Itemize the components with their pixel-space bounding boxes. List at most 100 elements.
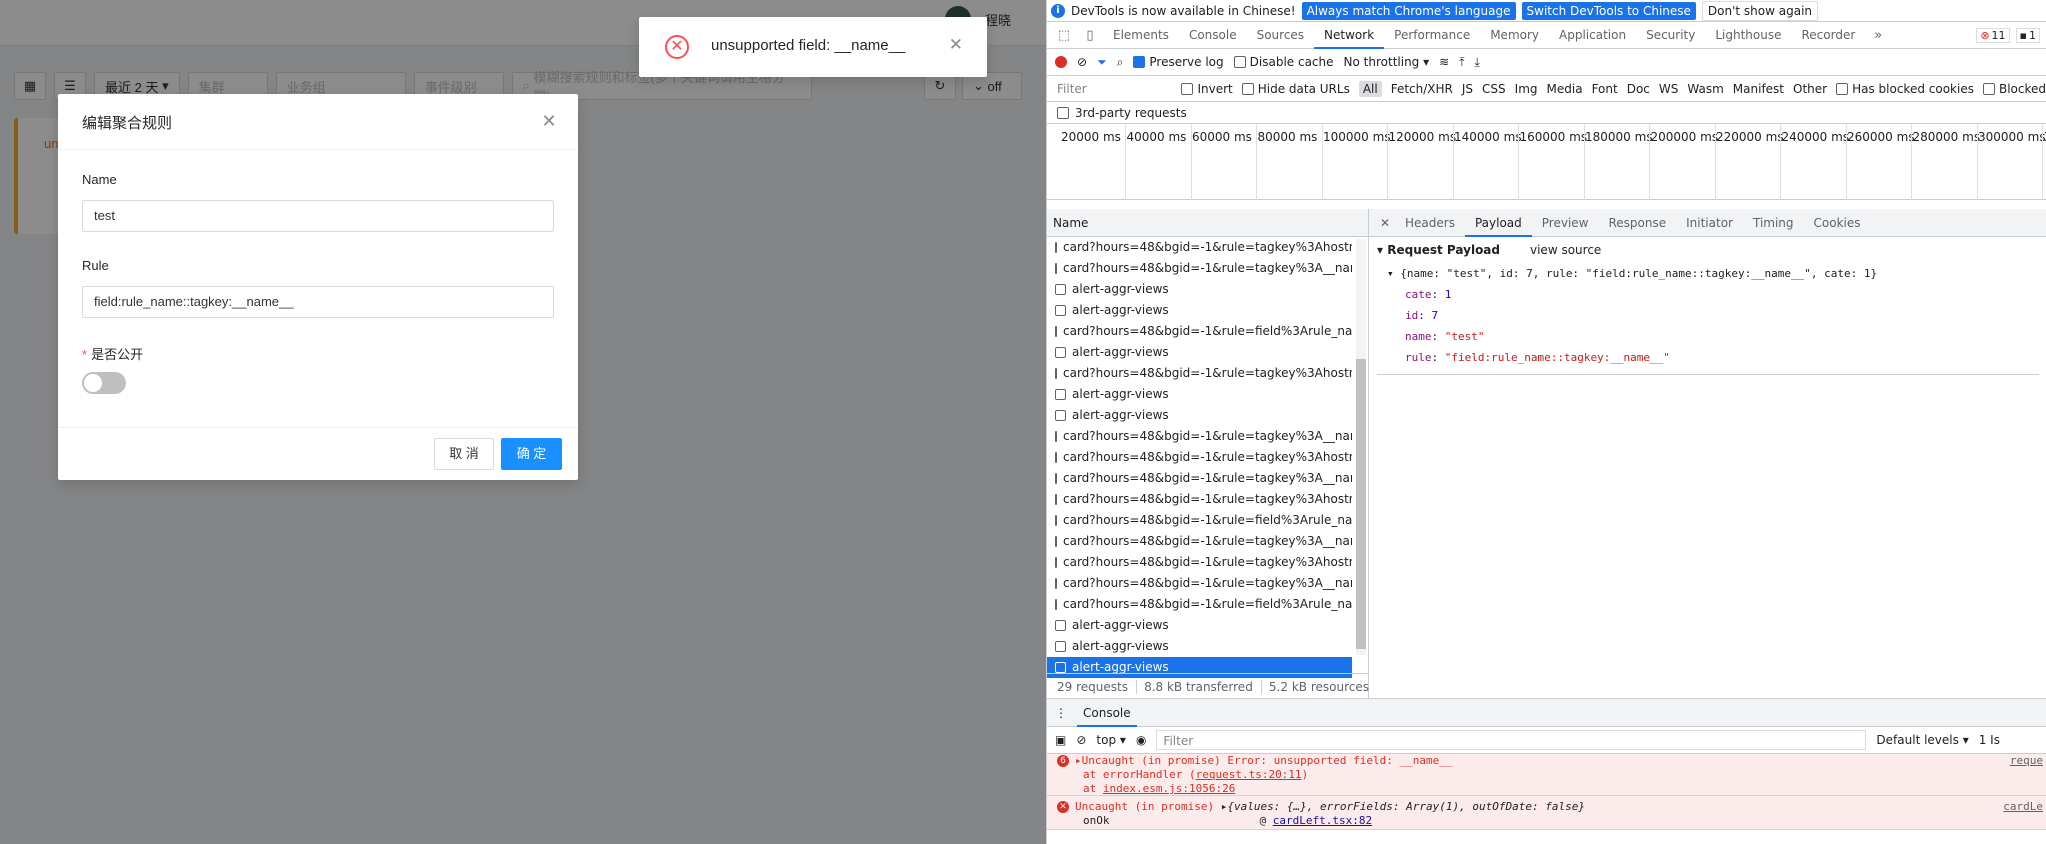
tab-headers[interactable]: Headers: [1395, 209, 1465, 237]
record-icon[interactable]: [1055, 56, 1067, 68]
type-filter-manifest[interactable]: Manifest: [1733, 82, 1784, 96]
inspect-icon[interactable]: ⬚: [1051, 28, 1077, 43]
name-column-header[interactable]: Name: [1047, 209, 1368, 237]
invert-checkbox[interactable]: Invert: [1181, 82, 1233, 96]
tab-network[interactable]: Network: [1314, 22, 1385, 49]
type-filter-doc[interactable]: Doc: [1627, 82, 1650, 96]
device-toggle-icon[interactable]: ▯: [1077, 28, 1103, 43]
network-conditions-icon[interactable]: ≋: [1439, 55, 1449, 69]
error-count-badge[interactable]: ⊗ 11: [1976, 27, 2010, 43]
tab-cookies[interactable]: Cookies: [1804, 209, 1871, 237]
issues-badge[interactable]: 1 Is: [1979, 733, 2000, 747]
request-row[interactable]: card?hours=48&bgid=-1&rule=tagkey%3A__na…: [1047, 573, 1352, 594]
request-row[interactable]: alert-aggr-views: [1047, 636, 1352, 657]
sidebar-toggle-icon[interactable]: ▣: [1055, 733, 1066, 747]
request-list-scrollbar[interactable]: [1356, 239, 1366, 655]
scroll-thumb[interactable]: [1356, 359, 1366, 649]
tab-elements[interactable]: Elements: [1103, 22, 1179, 49]
cancel-button[interactable]: 取 消: [434, 438, 494, 470]
close-detail-icon[interactable]: ✕: [1375, 216, 1395, 230]
hide-data-urls-checkbox[interactable]: Hide data URLs: [1241, 82, 1350, 96]
tab-lighthouse[interactable]: Lighthouse: [1705, 22, 1791, 49]
network-filter-input[interactable]: Filter: [1053, 79, 1172, 99]
payload-field[interactable]: cate: 1: [1377, 284, 2039, 305]
type-filter-font[interactable]: Font: [1592, 82, 1618, 96]
request-row[interactable]: card?hours=48&bgid=-1&rule=tagkey%3Ahost…: [1047, 447, 1352, 468]
view-source-link[interactable]: view source: [1530, 243, 1601, 257]
stack-link[interactable]: cardLeft.tsx:82: [1273, 814, 1372, 827]
request-row[interactable]: card?hours=48&bgid=-1&rule=field%3Arule_…: [1047, 321, 1352, 342]
request-row[interactable]: alert-aggr-views: [1047, 300, 1352, 321]
dont-show-again-button[interactable]: Don't show again: [1701, 0, 1819, 21]
stack-link[interactable]: index.esm.js:1056:26: [1103, 782, 1235, 795]
close-icon[interactable]: ✕: [540, 112, 558, 130]
toast-close-icon[interactable]: ✕: [949, 35, 963, 55]
error-text[interactable]: Uncaught (in promise) ▸{values: {…}, err…: [1047, 800, 2046, 814]
tab-memory[interactable]: Memory: [1480, 22, 1549, 49]
blocked-requests-checkbox[interactable]: Blocked: [1982, 82, 2046, 96]
request-row[interactable]: card?hours=48&bgid=-1&rule=field%3Arule_…: [1047, 594, 1352, 615]
payload-title[interactable]: ▾ Request Payload: [1377, 243, 1500, 257]
network-timeline-overview[interactable]: 20000 ms 40000 ms 60000 ms 80000 ms 100000 m…: [1047, 124, 2046, 200]
warning-count-badge[interactable]: ▪ 1: [2015, 27, 2040, 43]
clear-icon[interactable]: ⊘: [1077, 55, 1087, 69]
type-filter-css[interactable]: CSS: [1482, 82, 1506, 96]
request-row[interactable]: card?hours=48&bgid=-1&rule=tagkey%3Ahost…: [1047, 363, 1352, 384]
tab-console-drawer[interactable]: Console: [1077, 699, 1137, 727]
request-row[interactable]: card?hours=48&bgid=-1&rule=tagkey%3Ahost…: [1047, 489, 1352, 510]
rule-field[interactable]: field:rule_name::tagkey:__name__: [82, 286, 554, 318]
source-link[interactable]: cardLe: [2003, 800, 2043, 813]
throttling-select[interactable]: No throttling ▾: [1344, 55, 1430, 69]
public-toggle[interactable]: [82, 372, 126, 394]
ok-button[interactable]: 确 定: [501, 438, 562, 470]
tab-sources[interactable]: Sources: [1247, 22, 1314, 49]
tab-security[interactable]: Security: [1636, 22, 1705, 49]
tab-timing[interactable]: Timing: [1743, 209, 1804, 237]
error-text[interactable]: ▸Uncaught (in promise) Error: unsupporte…: [1047, 754, 2046, 768]
has-blocked-cookies-checkbox[interactable]: Has blocked cookies: [1836, 82, 1974, 96]
tab-initiator[interactable]: Initiator: [1676, 209, 1743, 237]
request-row[interactable]: card?hours=48&bgid=-1&rule=tagkey%3A__na…: [1047, 531, 1352, 552]
request-row[interactable]: card?hours=48&bgid=-1&rule=tagkey%3Ahost…: [1047, 237, 1352, 258]
type-filter-media[interactable]: Media: [1547, 82, 1583, 96]
disable-cache-checkbox[interactable]: Disable cache: [1233, 55, 1334, 69]
request-row[interactable]: card?hours=48&bgid=-1&rule=tagkey%3A__na…: [1047, 258, 1352, 279]
tab-preview[interactable]: Preview: [1532, 209, 1599, 237]
stack-link[interactable]: request.ts:20:11: [1196, 768, 1302, 781]
filter-icon[interactable]: ⏷: [1097, 55, 1107, 70]
payload-field[interactable]: rule: "field:rule_name::tagkey:__name__": [1377, 347, 2039, 368]
third-party-checkbox[interactable]: [1057, 106, 1069, 119]
tab-recorder[interactable]: Recorder: [1792, 22, 1866, 49]
tab-payload[interactable]: Payload: [1464, 209, 1532, 237]
type-filter-wasm[interactable]: Wasm: [1687, 82, 1723, 96]
context-select[interactable]: top ▾: [1096, 733, 1126, 747]
drawer-menu-icon[interactable]: ⋮: [1055, 706, 1067, 720]
export-har-icon[interactable]: ⤓: [1475, 55, 1480, 70]
tab-performance[interactable]: Performance: [1384, 22, 1480, 49]
match-language-button[interactable]: Always match Chrome's language: [1301, 1, 1516, 20]
request-row[interactable]: alert-aggr-views: [1047, 405, 1352, 426]
tab-console[interactable]: Console: [1179, 22, 1247, 49]
payload-summary[interactable]: ▾ {name: "test", id: 7, rule: "field:rul…: [1377, 263, 2039, 284]
request-row[interactable]: card?hours=48&bgid=-1&rule=field%3Arule_…: [1047, 510, 1352, 531]
request-row[interactable]: alert-aggr-views: [1047, 615, 1352, 636]
request-row[interactable]: card?hours=48&bgid=-1&rule=tagkey%3A__na…: [1047, 426, 1352, 447]
tab-application[interactable]: Application: [1549, 22, 1636, 49]
console-filter-input[interactable]: Filter: [1156, 730, 1867, 750]
more-tabs-icon[interactable]: »: [1865, 28, 1891, 43]
error-object[interactable]: {values: {…}, errorFields: Array(1), out…: [1227, 800, 1585, 813]
import-har-icon[interactable]: ⤒: [1459, 55, 1464, 70]
type-filter-js[interactable]: JS: [1462, 82, 1473, 96]
payload-field[interactable]: id: 7: [1377, 305, 2039, 326]
source-link[interactable]: reque: [2010, 754, 2043, 767]
switch-chinese-button[interactable]: Switch DevTools to Chinese: [1521, 1, 1696, 20]
eye-icon[interactable]: ◉: [1136, 733, 1146, 747]
tab-response[interactable]: Response: [1598, 209, 1676, 237]
type-filter-img[interactable]: Img: [1515, 82, 1538, 96]
type-filter-fetch[interactable]: Fetch/XHR: [1391, 82, 1453, 96]
clear-console-icon[interactable]: ⊘: [1076, 733, 1086, 747]
log-levels-select[interactable]: Default levels ▾: [1876, 733, 1968, 747]
search-icon[interactable]: ⌕: [1117, 55, 1124, 70]
type-filter-all[interactable]: All: [1358, 80, 1382, 97]
preserve-log-checkbox[interactable]: Preserve log: [1133, 55, 1224, 69]
